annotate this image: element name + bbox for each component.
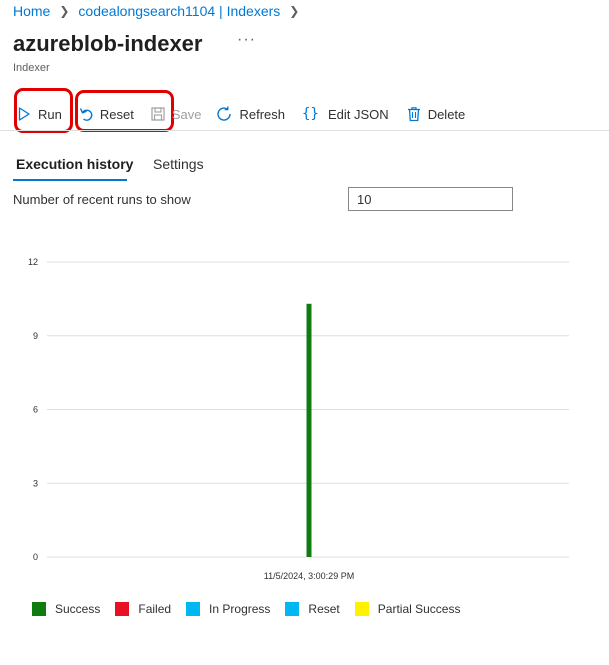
run-button[interactable]: Run bbox=[16, 106, 62, 122]
legend-item-reset[interactable]: Reset bbox=[285, 602, 340, 616]
active-tab-indicator bbox=[13, 179, 127, 181]
run-label: Run bbox=[38, 106, 62, 122]
y-tick-label: 9 bbox=[33, 331, 38, 341]
refresh-label: Refresh bbox=[239, 106, 285, 122]
chevron-right-icon: ❯ bbox=[59, 4, 70, 18]
legend-label: Failed bbox=[138, 602, 172, 616]
legend-label: Success bbox=[55, 602, 101, 616]
legend-swatch bbox=[354, 602, 369, 616]
y-tick-label: 12 bbox=[28, 257, 38, 267]
delete-button[interactable]: Delete bbox=[406, 106, 466, 122]
chart-legend: Success Failed In Progress Reset Partial Suc… bbox=[32, 602, 475, 616]
x-tick-label: 11/5/2024, 3:00:29 PM bbox=[264, 571, 354, 581]
bar-success bbox=[306, 303, 312, 557]
undo-icon bbox=[78, 106, 94, 122]
play-icon bbox=[16, 106, 32, 122]
breadcrumb: Home ❯ codealongsearch1104 | Indexers ❯ bbox=[13, 3, 308, 19]
legend-swatch bbox=[186, 602, 201, 616]
y-tick-label: 6 bbox=[33, 405, 38, 415]
trash-icon bbox=[406, 106, 422, 122]
legend-swatch bbox=[115, 602, 130, 616]
refresh-icon bbox=[215, 105, 233, 123]
braces-icon: {} bbox=[302, 106, 319, 122]
recent-runs-input[interactable] bbox=[348, 187, 513, 211]
legend-item-success[interactable]: Success bbox=[32, 602, 100, 616]
legend-label: Reset bbox=[308, 602, 340, 616]
execution-history-chart: 0 3 6 9 12 11/5/2024, 3:00:29 PM bbox=[28, 257, 569, 581]
page-title: azureblob-indexer bbox=[13, 31, 203, 56]
delete-label: Delete bbox=[427, 106, 466, 122]
toolbar-divider bbox=[0, 130, 609, 131]
refresh-button[interactable]: Refresh bbox=[215, 105, 285, 123]
edit-json-button[interactable]: {} Edit JSON bbox=[302, 106, 389, 122]
reset-label: Reset bbox=[99, 106, 134, 122]
page-subtitle: Indexer bbox=[13, 62, 50, 74]
tab-settings[interactable]: Settings bbox=[153, 156, 204, 172]
reset-button[interactable]: Reset bbox=[78, 106, 134, 122]
chevron-right-icon: ❯ bbox=[289, 4, 300, 18]
y-tick-label: 3 bbox=[33, 478, 38, 488]
recent-runs-label: Number of recent runs to show bbox=[13, 192, 191, 207]
legend-item-in-progress[interactable]: In Progress bbox=[186, 602, 270, 616]
more-options-icon[interactable]: ··· bbox=[237, 31, 256, 49]
breadcrumb-service-link[interactable]: codealongsearch1104 | Indexers bbox=[78, 3, 280, 19]
legend-label: In Progress bbox=[209, 602, 271, 616]
legend-item-partial-success[interactable]: Partial Success bbox=[354, 602, 461, 616]
legend-swatch bbox=[285, 602, 300, 616]
save-icon bbox=[150, 106, 166, 122]
tab-execution-history[interactable]: Execution history bbox=[16, 156, 133, 172]
save-button[interactable]: Save bbox=[150, 106, 202, 122]
legend-label: Partial Success bbox=[377, 602, 461, 616]
y-tick-label: 0 bbox=[33, 552, 38, 562]
breadcrumb-home-link[interactable]: Home bbox=[13, 3, 50, 19]
save-label: Save bbox=[171, 106, 202, 122]
command-bar: Run Reset Save Refresh {} Edit JSON Dele… bbox=[16, 100, 465, 128]
edit-json-label: Edit JSON bbox=[328, 106, 389, 122]
legend-item-failed[interactable]: Failed bbox=[115, 602, 171, 616]
legend-swatch bbox=[32, 602, 46, 616]
